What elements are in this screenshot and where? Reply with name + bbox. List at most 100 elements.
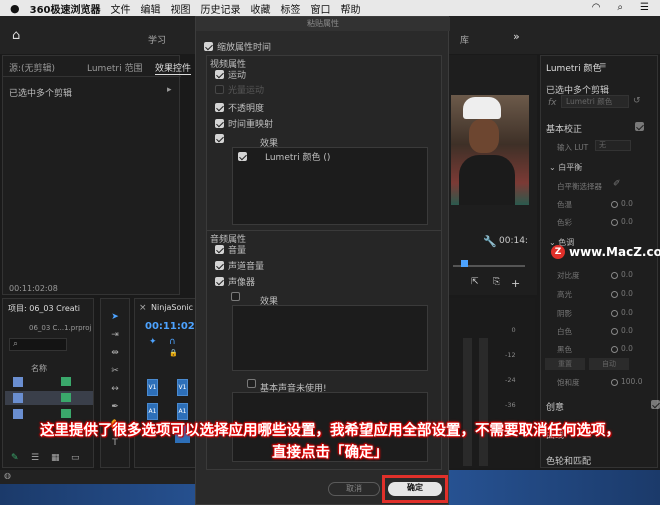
contrast-value[interactable]: 0.0 — [611, 289, 633, 298]
whites-value[interactable]: 0.0 — [611, 344, 633, 353]
name-column-header[interactable]: 名称 — [31, 363, 47, 374]
playhead[interactable] — [461, 260, 468, 267]
auto-button[interactable]: 自动 — [589, 358, 629, 370]
shadows-value[interactable]: 0.0 — [611, 326, 633, 335]
opacity-checkbox[interactable] — [215, 103, 224, 112]
sequence-icon — [61, 409, 71, 418]
contrast-number: 0.0 — [621, 289, 633, 298]
ok-button[interactable]: 确定 — [388, 482, 442, 496]
lumetri-effect-checkbox[interactable] — [238, 152, 247, 161]
dialog-title: 粘贴属性 — [196, 17, 450, 31]
clip-thumbnail[interactable] — [13, 409, 23, 419]
wifi-icon[interactable]: ◠ — [592, 2, 601, 13]
lumetri-effect-row[interactable]: Lumetri 颜色 () — [238, 150, 330, 163]
time-remap-row[interactable]: 时间重映射 — [215, 117, 273, 130]
ripple-edit-tool-icon[interactable]: ⇹ — [108, 348, 122, 362]
divider — [3, 76, 181, 77]
lumetri-scopes-tab[interactable]: Lumetri 范围 — [87, 61, 142, 74]
temperature-label: 色温 — [557, 200, 572, 209]
wrench-icon[interactable]: 🔧 — [483, 235, 497, 248]
menu-history[interactable]: 历史记录 — [200, 1, 240, 16]
pen-tool-icon[interactable]: ✒ — [108, 402, 122, 416]
eyedropper-icon[interactable]: ✐ — [613, 179, 621, 189]
project-search-input[interactable]: ⌕ — [9, 338, 67, 351]
search-icon[interactable]: ⌕ — [617, 2, 623, 13]
scale-attr-row[interactable]: 缩放属性时间 — [204, 40, 271, 53]
reset-icon[interactable]: ↺ — [633, 96, 641, 106]
time-remap-checkbox[interactable] — [215, 119, 224, 128]
volume-row[interactable]: 音量 — [215, 243, 246, 256]
scale-attr-checkbox[interactable] — [204, 42, 213, 51]
channel-volume-checkbox[interactable] — [215, 261, 224, 270]
motion-row[interactable]: 运动 — [215, 68, 246, 81]
source-tab[interactable]: 源:(无剪辑) — [9, 61, 55, 74]
channel-volume-row[interactable]: 声道音量 — [215, 259, 264, 272]
panel-menu-icon[interactable]: ≡ — [599, 61, 607, 71]
track-a1-target[interactable]: A1 — [177, 403, 188, 420]
caption-line-2: 直接点击「确定」 — [272, 445, 388, 461]
opacity-row[interactable]: 不透明度 — [215, 101, 264, 114]
menu-view[interactable]: 视图 — [170, 1, 190, 16]
insert-icon[interactable]: ⇱ — [471, 277, 479, 287]
workspace-learn[interactable]: 学习 — [148, 33, 166, 46]
video-frame-image — [451, 95, 529, 205]
highlights-value[interactable]: 0.0 — [611, 308, 633, 317]
close-icon[interactable]: × — [139, 303, 147, 313]
add-button-icon[interactable]: + — [511, 277, 520, 290]
effect-controls-panel: 源:(无剪辑) Lumetri 范围 效果控件 已选中多个剪辑 ▸ 00:11:… — [2, 55, 192, 295]
motion-checkbox[interactable] — [215, 70, 224, 79]
reset-button[interactable]: 重置 — [545, 358, 585, 370]
temperature-value[interactable]: 0.0 — [611, 199, 633, 208]
project-file-name: 06_03 C...1.prproj — [29, 324, 92, 332]
selection-tool-icon[interactable]: ➤ — [108, 312, 122, 326]
export-frame-icon[interactable]: ⎘ — [493, 277, 500, 287]
panner-row[interactable]: 声像器 — [215, 275, 255, 288]
track-select-tool-icon[interactable]: ⇥ — [108, 330, 122, 344]
volume-checkbox[interactable] — [215, 245, 224, 254]
white-balance-section[interactable]: ⌄ 白平衡 — [549, 162, 582, 173]
cancel-button[interactable]: 取消 — [328, 482, 380, 496]
lumetri-effect-select[interactable]: Lumetri 颜色 — [561, 95, 629, 108]
effects-checkbox[interactable] — [215, 134, 224, 143]
audio-effects-checkbox[interactable] — [230, 292, 240, 301]
lumetri-title[interactable]: Lumetri 颜色 — [546, 61, 601, 74]
basic-correction-checkbox[interactable] — [635, 122, 644, 131]
sequence-icon — [61, 393, 71, 402]
bin-thumbnail[interactable] — [13, 377, 23, 387]
menu-app-name[interactable]: 360极速浏览器 — [30, 1, 101, 16]
input-lut-select[interactable]: 无 — [595, 140, 631, 151]
menu-edit[interactable]: 编辑 — [140, 1, 160, 16]
menu-file[interactable]: 文件 — [110, 1, 130, 16]
snap-icon[interactable]: ✦ — [149, 337, 157, 347]
more-workspaces-icon[interactable]: » — [513, 30, 520, 43]
menu-window[interactable]: 窗口 — [310, 1, 330, 16]
control-center-icon[interactable]: ☰ — [640, 2, 649, 13]
basic-correction-section[interactable]: 基本校正 — [546, 122, 582, 135]
track-v1-toggle[interactable]: V1 — [147, 379, 158, 396]
creative-section[interactable]: 创意 — [546, 400, 564, 413]
razor-tool-icon[interactable]: ✂ — [108, 366, 122, 380]
sequence-tab[interactable]: NinjaSonic - — [151, 303, 199, 312]
menu-help[interactable]: 帮助 — [340, 1, 360, 16]
slip-tool-icon[interactable]: ↔ — [108, 384, 122, 398]
lock-icon[interactable]: 🔒 — [169, 349, 178, 357]
tint-value[interactable]: 0.0 — [611, 217, 633, 226]
saturation-value[interactable]: 100.0 — [611, 377, 642, 386]
track-a1-toggle[interactable]: A1 — [147, 403, 158, 420]
basic-sound-checkbox[interactable] — [246, 379, 256, 388]
track-v1-target[interactable]: V1 — [177, 379, 188, 396]
apple-icon[interactable]: ● — [10, 2, 20, 15]
linked-selection-icon[interactable]: ∩ — [169, 337, 176, 347]
project-title[interactable]: 项目: 06_03 Creati — [8, 303, 80, 314]
panner-checkbox[interactable] — [215, 277, 224, 286]
watermark: Z www.MacZ.com — [551, 245, 660, 259]
menu-tabs[interactable]: 标签 — [280, 1, 300, 16]
effect-controls-tab[interactable]: 效果控件 — [155, 61, 192, 75]
workspace-library[interactable]: 库 — [460, 33, 469, 46]
creative-checkbox[interactable] — [650, 400, 660, 409]
play-triangle-icon[interactable]: ▸ — [167, 85, 172, 95]
menu-bookmarks[interactable]: 收藏 — [250, 1, 270, 16]
saturation-label: 饱和度 — [557, 378, 580, 387]
exposure-value[interactable]: 0.0 — [611, 270, 633, 279]
home-icon[interactable]: ⌂ — [12, 28, 20, 43]
